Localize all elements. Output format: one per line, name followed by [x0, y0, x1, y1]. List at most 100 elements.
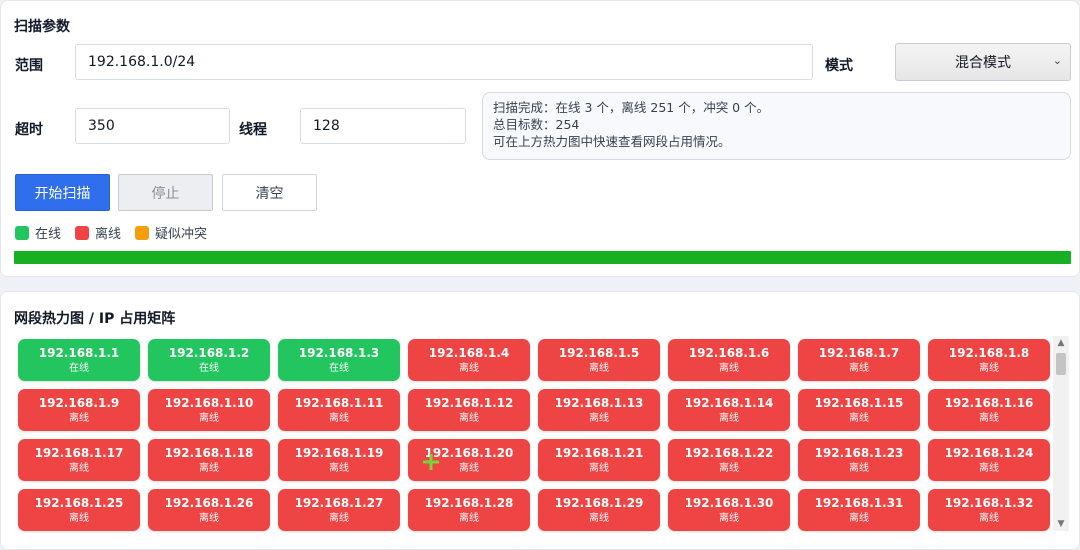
ip-cell-address: 192.168.1.1	[38, 345, 120, 360]
ip-cell-address: 192.168.1.10	[164, 395, 254, 410]
scrollbar-thumb[interactable]	[1056, 353, 1066, 375]
ip-cell-status: 离线	[329, 462, 349, 474]
legend-label-conflict: 疑似冲突	[155, 227, 208, 242]
timeout-input[interactable]	[75, 108, 230, 144]
ip-cell-address: 192.168.1.26	[164, 495, 254, 510]
ip-cell[interactable]: 192.168.1.13 离线	[538, 389, 660, 431]
ip-cell[interactable]: 192.168.1.18 离线	[148, 439, 270, 481]
ip-cell-status: 离线	[589, 462, 609, 474]
ip-cell[interactable]: 192.168.1.28 离线	[408, 489, 530, 531]
ip-cell[interactable]: 192.168.1.11 离线	[278, 389, 400, 431]
ip-cell[interactable]: 192.168.1.10 离线	[148, 389, 270, 431]
ip-cell[interactable]: 192.168.1.19 离线	[278, 439, 400, 481]
ip-cell-address: 192.168.1.27	[294, 495, 384, 510]
ip-cell-status: 离线	[719, 462, 739, 474]
ip-cell-status: 离线	[849, 462, 869, 474]
ip-cell-address: 192.168.1.16	[944, 395, 1034, 410]
ip-cell-address: 192.168.1.31	[814, 495, 904, 510]
legend-swatch-conflict	[135, 225, 150, 240]
ip-cell-address: 192.168.1.23	[814, 445, 904, 460]
ip-cell[interactable]: 192.168.1.8 离线	[928, 339, 1050, 381]
ip-cell-status: 离线	[979, 512, 999, 524]
ip-cell-address: 192.168.1.24	[944, 445, 1034, 460]
ip-cell[interactable]: 192.168.1.21 离线	[538, 439, 660, 481]
total-targets-line: 总目标数：254	[493, 117, 580, 132]
range-input[interactable]	[75, 44, 813, 80]
ip-cell[interactable]: 192.168.1.22 离线	[668, 439, 790, 481]
legend-swatch-online	[15, 225, 29, 240]
ip-cell-address: 192.168.1.17	[34, 445, 124, 460]
ip-cell-address: 192.168.1.2	[168, 345, 250, 360]
ip-cell-status: 离线	[589, 412, 609, 424]
ip-cell-status: 离线	[459, 512, 479, 524]
ip-cell[interactable]: 192.168.1.25 离线	[18, 489, 140, 531]
ip-cell[interactable]: 192.168.1.1 在线	[18, 339, 140, 381]
ip-cell-status: 离线	[849, 412, 869, 424]
ip-cell[interactable]: 192.168.1.24 离线	[928, 439, 1050, 481]
scroll-down-icon[interactable]: ▼	[1053, 519, 1069, 529]
ip-cell[interactable]: 192.168.1.23 离线	[798, 439, 920, 481]
range-label: 范围	[15, 58, 43, 74]
ip-cell-status: 离线	[979, 362, 999, 374]
stop-button[interactable]: 停止	[118, 174, 213, 211]
mode-label: 模式	[825, 58, 853, 74]
ip-cell[interactable]: 192.168.1.3 在线	[278, 339, 400, 381]
scroll-up-icon[interactable]: ▲	[1053, 338, 1069, 348]
ip-cell[interactable]: 192.168.1.9 离线	[18, 389, 140, 431]
chevron-down-icon: ⌄	[1052, 54, 1062, 67]
ip-cell-status: 离线	[199, 512, 219, 524]
ip-cell[interactable]: 192.168.1.16 离线	[928, 389, 1050, 431]
ip-cell[interactable]: 192.168.1.14 离线	[668, 389, 790, 431]
crosshair-cursor-icon	[423, 454, 439, 470]
ip-cell[interactable]: 192.168.1.5 离线	[538, 339, 660, 381]
ip-cell-address: 192.168.1.32	[944, 495, 1034, 510]
ip-cell[interactable]: 192.168.1.31 离线	[798, 489, 920, 531]
scan-status-info: 扫描完成：在线 3 个，离线 251 个，冲突 0 个。 总目标数：254 可在…	[482, 92, 1071, 160]
ip-cell[interactable]: 192.168.1.32 离线	[928, 489, 1050, 531]
scan-params-panel: 扫描参数 范围 模式 混合模式 ⌄ 超时 线程 扫描完成：在线 3 个，离线 2…	[0, 0, 1080, 277]
ip-cell-address: 192.168.1.5	[558, 345, 640, 360]
ip-cell-status: 在线	[199, 362, 219, 374]
ip-cell-status: 离线	[459, 412, 479, 424]
ip-cell-status: 离线	[459, 462, 479, 474]
start-scan-button[interactable]: 开始扫描	[15, 174, 110, 211]
heatmap-scrollbar[interactable]: ▲ ▼	[1053, 336, 1069, 531]
heatmap-title: 网段热力图 / IP 占用矩阵	[14, 311, 176, 327]
scan-progress-fill	[14, 251, 1071, 264]
scan-params-title: 扫描参数	[14, 19, 70, 35]
mode-select-value: 混合模式	[955, 55, 1011, 71]
ip-cell-status: 离线	[459, 362, 479, 374]
ip-cell[interactable]: 192.168.1.29 离线	[538, 489, 660, 531]
ip-cell-status: 离线	[199, 462, 219, 474]
ip-cell-address: 192.168.1.9	[38, 395, 120, 410]
legend-conflict: 疑似冲突	[135, 223, 207, 242]
mode-select[interactable]: 混合模式 ⌄	[895, 43, 1071, 81]
legend-online: 在线	[15, 223, 61, 242]
clear-button[interactable]: 清空	[222, 174, 317, 211]
ip-cell-address: 192.168.1.15	[814, 395, 904, 410]
ip-cell[interactable]: 192.168.1.26 离线	[148, 489, 270, 531]
ip-cell[interactable]: 192.168.1.2 在线	[148, 339, 270, 381]
ip-cell[interactable]: 192.168.1.4 离线	[408, 339, 530, 381]
ip-cell-status: 离线	[199, 412, 219, 424]
hint-line: 可在上方热力图中快速查看网段占用情况。	[493, 134, 731, 149]
ip-cell[interactable]: 192.168.1.6 离线	[668, 339, 790, 381]
ip-cell-address: 192.168.1.6	[688, 345, 770, 360]
ip-cell[interactable]: 192.168.1.27 离线	[278, 489, 400, 531]
ip-cell-status: 离线	[719, 512, 739, 524]
status-legend: 在线 离线 疑似冲突	[15, 223, 221, 242]
ip-cell-status: 离线	[849, 362, 869, 374]
threads-label: 线程	[239, 122, 267, 138]
ip-cell[interactable]: 192.168.1.30 离线	[668, 489, 790, 531]
ip-cell-status: 离线	[329, 412, 349, 424]
ip-cell[interactable]: 192.168.1.7 离线	[798, 339, 920, 381]
ip-cell[interactable]: 192.168.1.15 离线	[798, 389, 920, 431]
ip-cell-status: 离线	[979, 462, 999, 474]
ip-cell[interactable]: 192.168.1.17 离线	[18, 439, 140, 481]
ip-cell[interactable]: 192.168.1.12 离线	[408, 389, 530, 431]
ip-cell-address: 192.168.1.4	[428, 345, 510, 360]
ip-cell-address: 192.168.1.19	[294, 445, 384, 460]
threads-input[interactable]	[300, 108, 466, 144]
legend-label-offline: 离线	[95, 227, 122, 242]
ip-cell-status: 离线	[589, 362, 609, 374]
